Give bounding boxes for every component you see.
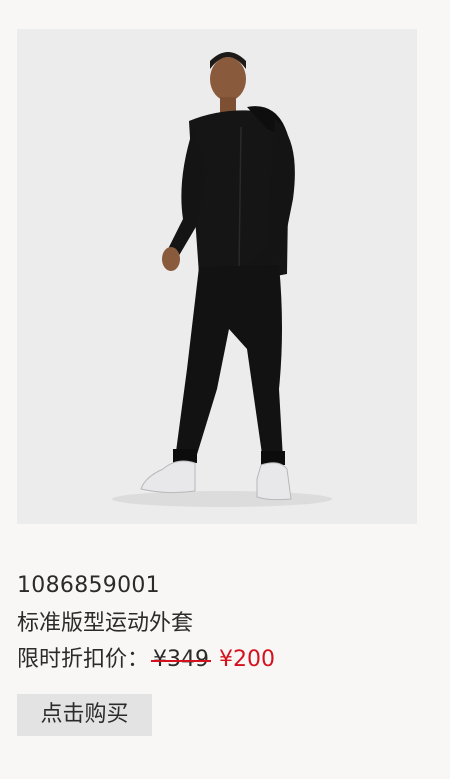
original-price: ¥349 — [151, 645, 212, 675]
product-image[interactable] — [17, 29, 417, 524]
model-figure-illustration — [112, 52, 332, 507]
product-card: 1086859001 标准版型运动外套 限时折扣价： ¥349 ¥200 点击购… — [0, 0, 450, 779]
product-sku: 1086859001 — [17, 573, 160, 598]
price-row: 限时折扣价： ¥349 ¥200 — [17, 645, 275, 675]
price-label: 限时折扣价： — [17, 647, 150, 672]
sale-price: ¥200 — [219, 647, 276, 672]
product-title[interactable]: 标准版型运动外套 — [17, 609, 193, 639]
buy-button[interactable]: 点击购买 — [17, 694, 152, 736]
